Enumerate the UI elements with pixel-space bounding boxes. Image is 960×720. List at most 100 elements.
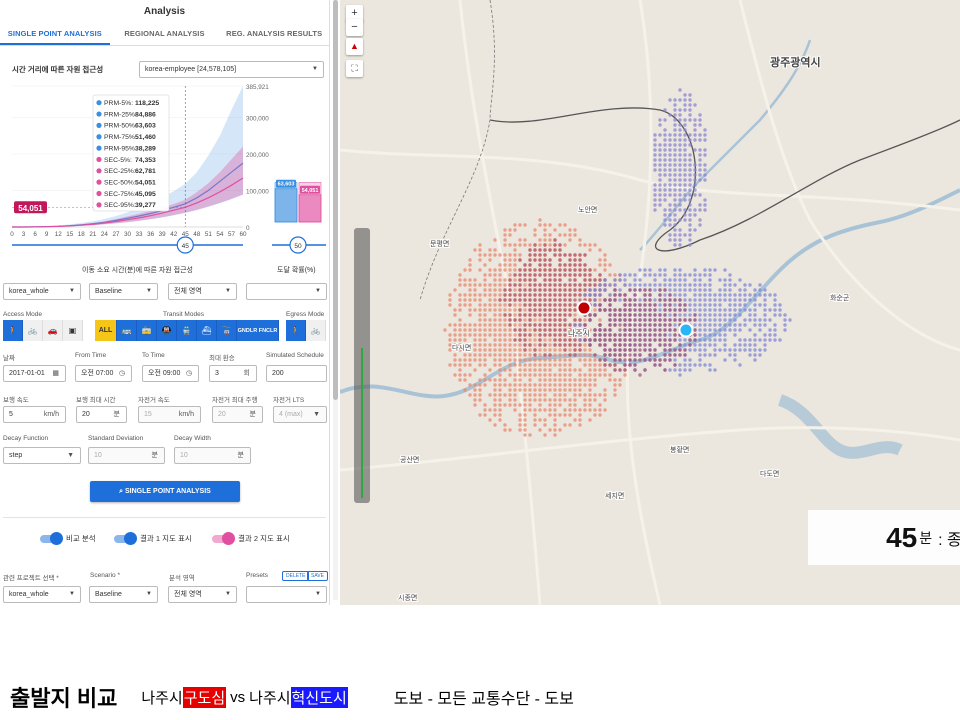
bike-speed-field[interactable]: 15 km/h [138,406,201,423]
bike-max-field[interactable]: 20 분 [212,406,263,423]
access-dot [473,353,477,357]
bike-lts-select[interactable]: 4 (max) ▼ [273,406,327,423]
access-dot [548,328,552,332]
access-dot [718,293,722,297]
max-transfer-value: 3 [215,370,219,377]
tab-reg-results[interactable]: REG. ANALYSIS RESULTS [219,22,329,45]
subway-mode-button[interactable]: 🚇 [157,320,177,341]
access-dot [703,203,707,207]
scrollbar-thumb[interactable] [333,0,338,400]
x-tick-label: 15 [66,231,74,238]
access-dot [528,248,532,252]
access-dot [688,193,692,197]
tab-single-point[interactable]: SINGLE POINT ANALYSIS [0,22,110,45]
max-transfer-field[interactable]: 3회 [209,365,257,382]
area-select[interactable]: 전체 영역 ▼ [168,586,237,603]
rail-mode-button[interactable]: 🚆 [177,320,197,341]
to-time-field[interactable]: 오전 09:00 ◷ [142,365,199,382]
access-dot [623,368,627,372]
access-dot [693,178,697,182]
access-dot [703,308,707,312]
sim-schedule-field[interactable]: 200 [266,365,327,382]
scenario-select[interactable]: Baseline ▼ [89,586,158,603]
opportunity-select[interactable]: korea-employee [24,578,105] ▼ [139,60,324,78]
panel-scrollbar[interactable] [333,0,338,600]
single-point-analysis-button[interactable]: ⌕ SINGLE POINT ANALYSIS [90,481,240,502]
access-dot [543,373,547,377]
access-dot [608,363,612,367]
project-select[interactable]: korea_whole ▼ [3,586,81,603]
egress-walk-button[interactable]: 🚶 [286,320,306,341]
access-dot [713,328,717,332]
zoom-out-button[interactable]: − [346,19,363,36]
x-tick-label: 12 [55,231,63,238]
decay-width-field[interactable]: 10 분 [174,447,251,464]
tram-mode-button[interactable]: 🚋 [137,320,157,341]
std-dev-field[interactable]: 10 분 [88,447,165,464]
access-dot [598,298,602,302]
access-dot [573,348,577,352]
access-dot [663,128,667,132]
gondola-funicular-button[interactable]: GNDLR FNCLR [237,320,279,341]
access-dot [468,358,472,362]
show-result1-toggle[interactable]: 결과 1 지도 표시 [114,531,192,545]
access-dot [493,303,497,307]
access-dot [673,143,677,147]
project-select-top[interactable]: korea_whole ▼ [3,283,81,300]
scooter-mode-button[interactable]: ▣ [63,320,83,341]
tab-regional[interactable]: REGIONAL ANALYSIS [110,22,220,45]
delete-preset-button[interactable]: DELETE [282,571,310,581]
access-dot [583,288,587,292]
access-dot [688,163,692,167]
access-dot [558,393,562,397]
preset-select-top[interactable]: ▼ [246,283,327,300]
date-field[interactable]: 2017-01-01 ▦ [3,365,66,382]
access-dot [508,303,512,307]
access-dot [703,273,707,277]
access-dot [678,238,682,242]
compare-toggle[interactable]: 비교 분석 [40,531,96,545]
access-dot [588,383,592,387]
access-dot [618,348,622,352]
access-dot [503,333,507,337]
from-time-field[interactable]: 오전 07:00 ◷ [75,365,132,382]
cable-mode-button[interactable]: 🚡 [217,320,237,341]
car-mode-button[interactable]: 🚗 [43,320,63,341]
area-select-top[interactable]: 전체 영역 ▼ [168,283,237,300]
preset-select[interactable]: ▼ [246,586,327,603]
ferry-mode-button[interactable]: ⛴ [197,320,217,341]
access-dot [523,433,527,437]
access-dot [708,268,712,272]
ferry-icon: ⛴ [201,326,212,335]
scenario-select-top[interactable]: Baseline ▼ [89,283,158,300]
map-view[interactable]: 광주광역시 나주시 노안면 문평면 다시면 공산면 봉황면 다도면 세지면 화순군 시종면 45 분… [340,0,960,605]
access-dot [603,268,607,272]
access-dot [543,323,547,327]
access-dot [723,278,727,282]
save-preset-button[interactable]: SAVE [307,571,328,581]
access-dot [608,373,612,377]
access-dot [553,318,557,322]
access-dot [498,393,502,397]
access-dot [493,288,497,292]
compass-icon[interactable]: ▲ [346,38,363,55]
egress-bike-button[interactable]: 🚲 [306,320,326,341]
bike-mode-button[interactable]: 🚲 [23,320,43,341]
prob-slider-value: 50 [294,243,302,250]
access-dot [663,153,667,157]
bus-mode-button[interactable]: 🚌 [117,320,137,341]
access-dot [713,268,717,272]
fullscreen-icon[interactable]: ⛶ [346,60,363,77]
transit-all-button[interactable]: ALL [95,320,117,341]
access-dot [643,333,647,337]
access-dot [698,163,702,167]
time-slider[interactable] [354,228,370,503]
access-dot [678,233,682,237]
walk-speed-field[interactable]: 5 km/h [3,406,66,423]
access-dot [543,348,547,352]
walk-mode-button[interactable]: 🚶 [3,320,23,341]
access-dot [493,278,497,282]
show-result2-toggle[interactable]: 결과 2 지도 표시 [212,531,290,545]
walk-max-field[interactable]: 20 분 [76,406,127,423]
decay-fn-select[interactable]: step ▼ [3,447,81,464]
